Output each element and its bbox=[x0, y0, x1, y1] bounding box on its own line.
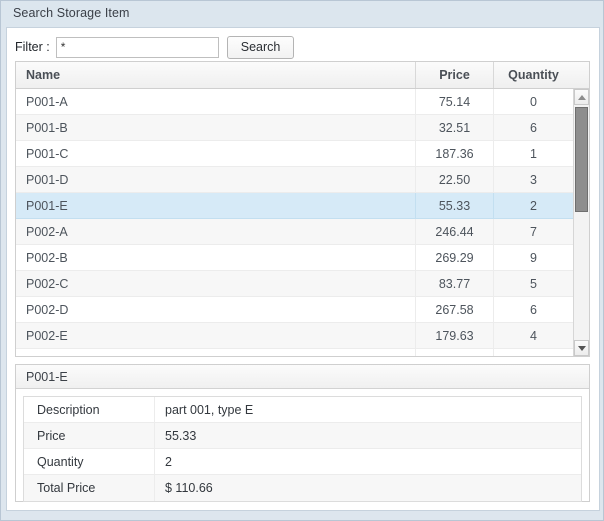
storage-items-grid: Name Price Quantity P001-A75.140P001-B32… bbox=[15, 61, 590, 357]
cell-quantity: 9 bbox=[493, 245, 573, 271]
cell-name: P001-A bbox=[16, 89, 415, 115]
detail-label: Description bbox=[24, 397, 154, 423]
cell-quantity: 7 bbox=[493, 219, 573, 245]
detail-row: Descriptionpart 001, type E bbox=[24, 397, 581, 423]
filter-input[interactable] bbox=[56, 37, 219, 58]
grid-viewport: P001-A75.140P001-B32.516P001-C187.361P00… bbox=[16, 89, 589, 356]
cell-name: P002-D bbox=[16, 297, 415, 323]
table-row[interactable]: P001-D22.503 bbox=[16, 167, 573, 193]
triangle-up-icon bbox=[578, 95, 586, 100]
cell-price: 131.70 bbox=[415, 349, 493, 356]
window-titlebar: Search Storage Item bbox=[1, 1, 603, 27]
detail-value: 55.33 bbox=[154, 423, 581, 449]
detail-table: Descriptionpart 001, type EPrice55.33Qua… bbox=[23, 396, 582, 502]
detail-value: $ 110.66 bbox=[154, 475, 581, 501]
cell-quantity: 4 bbox=[493, 349, 573, 356]
table-row[interactable]: P002-B269.299 bbox=[16, 245, 573, 271]
cell-price: 22.50 bbox=[415, 167, 493, 193]
cell-name: P002-B bbox=[16, 245, 415, 271]
cell-price: 83.77 bbox=[415, 271, 493, 297]
scroll-up-arrow-icon[interactable] bbox=[574, 89, 589, 105]
cell-price: 179.63 bbox=[415, 323, 493, 349]
table-row[interactable]: P002-D267.586 bbox=[16, 297, 573, 323]
cell-name: P001-E bbox=[16, 193, 415, 219]
cell-price: 269.29 bbox=[415, 245, 493, 271]
cell-price: 246.44 bbox=[415, 219, 493, 245]
window-body: Filter : Search Name Price Quantity P001… bbox=[6, 27, 600, 511]
cell-name: P002-C bbox=[16, 271, 415, 297]
scrollbar-thumb[interactable] bbox=[575, 107, 588, 212]
detail-row: Price55.33 bbox=[24, 423, 581, 449]
table-row[interactable]: P003-A131.704 bbox=[16, 349, 573, 356]
table-row[interactable]: P002-C83.775 bbox=[16, 271, 573, 297]
grid-row-container: P001-A75.140P001-B32.516P001-C187.361P00… bbox=[16, 89, 573, 356]
cell-quantity: 3 bbox=[493, 167, 573, 193]
detail-label: Price bbox=[24, 423, 154, 449]
cell-price: 267.58 bbox=[415, 297, 493, 323]
triangle-down-icon bbox=[578, 346, 586, 351]
detail-label: Quantity bbox=[24, 449, 154, 475]
grid-header-row: Name Price Quantity bbox=[16, 62, 589, 89]
cell-price: 75.14 bbox=[415, 89, 493, 115]
cell-name: P001-D bbox=[16, 167, 415, 193]
search-storage-item-window: Search Storage Item Filter : Search Name… bbox=[0, 0, 604, 521]
cell-quantity: 6 bbox=[493, 297, 573, 323]
detail-panel-header: P001-E bbox=[16, 365, 589, 389]
window-title: Search Storage Item bbox=[13, 6, 130, 20]
table-row[interactable]: P002-E179.634 bbox=[16, 323, 573, 349]
cell-name: P002-E bbox=[16, 323, 415, 349]
table-row[interactable]: P001-E55.332 bbox=[16, 193, 573, 219]
cell-name: P001-B bbox=[16, 115, 415, 141]
search-button[interactable]: Search bbox=[227, 36, 295, 59]
item-detail-panel: P001-E Descriptionpart 001, type EPrice5… bbox=[15, 364, 590, 502]
cell-quantity: 2 bbox=[493, 193, 573, 219]
detail-value: 2 bbox=[154, 449, 581, 475]
cell-quantity: 1 bbox=[493, 141, 573, 167]
detail-value: part 001, type E bbox=[154, 397, 581, 423]
filter-bar: Filter : Search bbox=[7, 28, 294, 60]
cell-quantity: 6 bbox=[493, 115, 573, 141]
scroll-down-arrow-icon[interactable] bbox=[574, 340, 589, 356]
column-header-name[interactable]: Name bbox=[16, 62, 415, 88]
table-row[interactable]: P002-A246.447 bbox=[16, 219, 573, 245]
cell-price: 32.51 bbox=[415, 115, 493, 141]
cell-name: P001-C bbox=[16, 141, 415, 167]
cell-price: 55.33 bbox=[415, 193, 493, 219]
detail-row: Quantity2 bbox=[24, 449, 581, 475]
filter-label: Filter : bbox=[15, 40, 50, 54]
column-header-quantity[interactable]: Quantity bbox=[493, 62, 573, 88]
detail-panel-title: P001-E bbox=[26, 370, 68, 384]
table-row[interactable]: P001-C187.361 bbox=[16, 141, 573, 167]
cell-quantity: 0 bbox=[493, 89, 573, 115]
column-header-price[interactable]: Price bbox=[415, 62, 493, 88]
table-row[interactable]: P001-A75.140 bbox=[16, 89, 573, 115]
cell-price: 187.36 bbox=[415, 141, 493, 167]
grid-vertical-scrollbar[interactable] bbox=[573, 89, 589, 356]
cell-quantity: 4 bbox=[493, 323, 573, 349]
cell-quantity: 5 bbox=[493, 271, 573, 297]
detail-label: Total Price bbox=[24, 475, 154, 501]
table-row[interactable]: P001-B32.516 bbox=[16, 115, 573, 141]
cell-name: P002-A bbox=[16, 219, 415, 245]
detail-row: Total Price$ 110.66 bbox=[24, 475, 581, 501]
cell-name: P003-A bbox=[16, 349, 415, 356]
